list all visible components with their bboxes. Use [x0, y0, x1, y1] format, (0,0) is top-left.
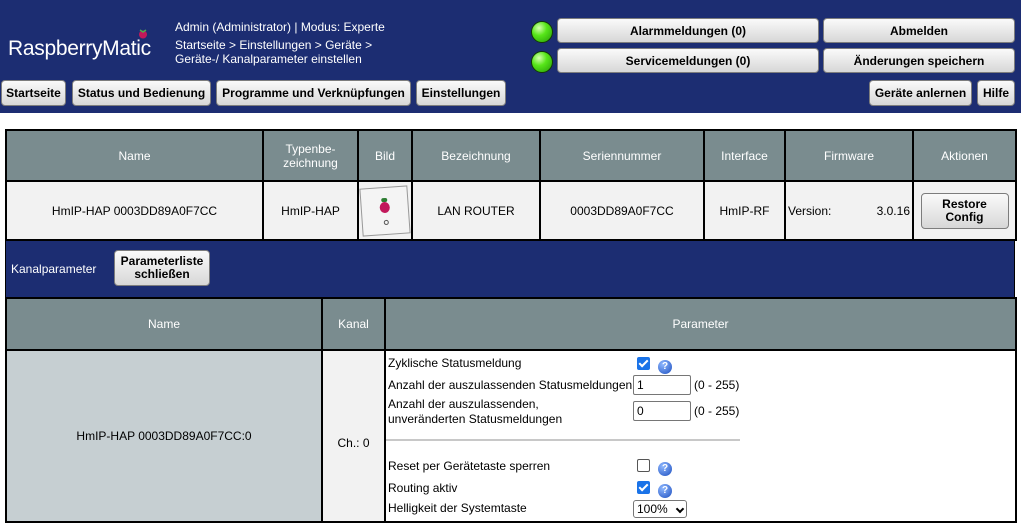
table-row: HmIP-HAP 0003DD89A0F7CC:0 Ch.: 0 Zyklisc… — [5, 349, 1017, 523]
logout-button[interactable]: Abmelden — [823, 18, 1015, 43]
channel-parameter-table: Name Kanal Parameter HmIP-HAP 0003DD89A0… — [5, 297, 1017, 523]
skip-unchanged-label-2: unveränderten Statusmeldungen — [388, 412, 563, 426]
device-table: Name Typenbe- zeichnung Bild Bezeichnung… — [5, 129, 1017, 241]
raspberrymatic-logo: RaspberryMatic — [8, 29, 151, 61]
parameter-cell: Zyklische Statusmeldung ? Anzahl der aus… — [384, 349, 1017, 523]
channel-name: HmIP-HAP 0003DD89A0F7CC:0 — [5, 349, 323, 523]
col-header-name: Name — [5, 129, 264, 182]
brightness-label: Helligkeit der Systemtaste — [388, 501, 527, 515]
table-row: HmIP-HAP 0003DD89A0F7CC HmIP-HAP LAN ROU… — [5, 180, 1017, 241]
help-icon[interactable]: ? — [658, 462, 672, 476]
col-header-serial: Seriennummer — [539, 129, 705, 182]
save-changes-button[interactable]: Änderungen speichern — [823, 48, 1015, 73]
device-name: HmIP-HAP 0003DD89A0F7CC — [5, 180, 264, 241]
nav-status-und-bedienung[interactable]: Status und Bedienung — [72, 80, 211, 106]
close-parameter-list-button[interactable]: Parameterliste schließen — [114, 250, 210, 286]
reset-lock-label: Reset per Gerätetaste sperren — [388, 459, 551, 473]
device-serial: 0003DD89A0F7CC — [539, 180, 705, 241]
service-messages-button[interactable]: Servicemeldungen (0) — [557, 48, 819, 73]
cyclic-status-label: Zyklische Statusmeldung — [388, 356, 522, 370]
brightness-select[interactable]: 100% — [633, 500, 687, 518]
nav-programme[interactable]: Programme und Verknüpfungen — [216, 80, 411, 106]
col-header-actions: Aktionen — [912, 129, 1017, 182]
nav-startseite[interactable]: Startseite — [1, 80, 66, 106]
col-header-name: Name — [5, 297, 323, 351]
breadcrumb-line-1[interactable]: Startseite > Einstellungen > Geräte > — [175, 38, 372, 52]
routing-checkbox[interactable] — [637, 481, 650, 494]
reset-lock-checkbox[interactable] — [637, 459, 650, 472]
skip-status-range: (0 - 255) — [694, 378, 740, 392]
col-header-firmware: Firmware — [784, 129, 914, 182]
nav-einstellungen[interactable]: Einstellungen — [416, 80, 506, 106]
col-header-image: Bild — [357, 129, 413, 182]
device-actions: Restore Config — [912, 180, 1017, 241]
raspberry-icon — [139, 29, 147, 39]
alarm-status-led — [531, 21, 553, 43]
col-header-description: Bezeichnung — [411, 129, 541, 182]
device-firmware: Version: 3.0.16 — [784, 180, 914, 241]
channel-parameter-bar: Kanalparameter Parameterliste schließen — [5, 240, 1015, 298]
device-type: HmIP-HAP — [262, 180, 359, 241]
device-description: LAN ROUTER — [411, 180, 541, 241]
parameter-table-header: Name Kanal Parameter — [5, 297, 1017, 351]
skip-unchanged-label-1: Anzahl der auszulassenden, — [388, 397, 539, 411]
col-header-type: Typenbe- zeichnung — [262, 129, 359, 182]
skip-unchanged-input[interactable]: 0 — [633, 401, 691, 421]
device-interface: HmIP-RF — [703, 180, 786, 241]
help-icon[interactable]: ? — [658, 360, 672, 374]
cyclic-status-checkbox[interactable] — [637, 357, 650, 370]
col-header-parameter: Parameter — [384, 297, 1017, 351]
help-button[interactable]: Hilfe — [977, 80, 1015, 106]
lan-router-device-icon — [359, 184, 411, 237]
service-status-led — [531, 51, 553, 73]
firmware-version: 3.0.16 — [876, 203, 910, 218]
restore-config-button[interactable]: Restore Config — [920, 192, 1009, 229]
device-image-cell — [357, 180, 413, 241]
col-header-channel: Kanal — [321, 297, 386, 351]
routing-label: Routing aktiv — [388, 481, 458, 495]
col-header-interface: Interface — [703, 129, 786, 182]
teach-in-devices-button[interactable]: Geräte anlernen — [869, 80, 972, 106]
device-table-header: Name Typenbe- zeichnung Bild Bezeichnung… — [5, 129, 1017, 182]
chevron-down-icon — [675, 504, 685, 514]
help-icon[interactable]: ? — [658, 484, 672, 498]
brightness-select-value: 100% — [637, 502, 668, 516]
breadcrumb-line-2: Geräte-/ Kanalparameter einstellen — [175, 52, 362, 66]
alarm-messages-button[interactable]: Alarmmeldungen (0) — [557, 18, 819, 43]
skip-unchanged-range: (0 - 255) — [694, 404, 740, 418]
header-bar: RaspberryMatic Admin (Administrator) | M… — [0, 0, 1021, 113]
skip-status-input[interactable]: 1 — [633, 375, 691, 395]
skip-status-label: Anzahl der auszulassenden Statusmeldunge… — [388, 378, 633, 392]
separator-line — [386, 439, 740, 441]
channel-parameter-label: Kanalparameter — [11, 262, 97, 276]
user-info: Admin (Administrator) | Modus: Experte — [175, 20, 385, 34]
channel-number: Ch.: 0 — [321, 349, 386, 523]
firmware-label: Version: — [788, 203, 832, 218]
